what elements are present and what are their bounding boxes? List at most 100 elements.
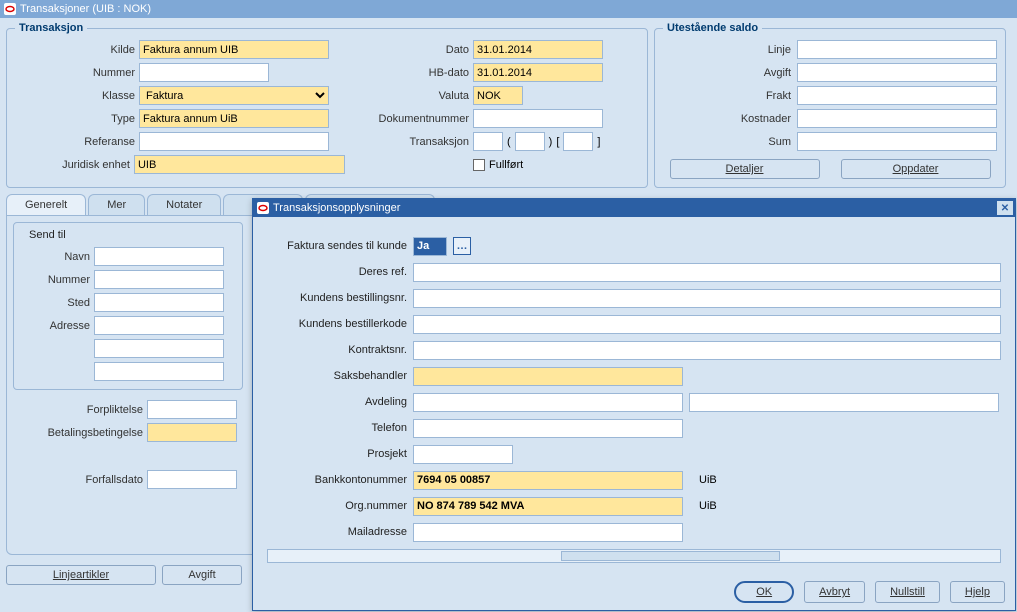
hjelp-button[interactable]: Hjelp	[950, 581, 1005, 603]
trans-c-field[interactable]	[563, 132, 593, 151]
dato-field[interactable]	[473, 40, 603, 59]
prosjekt-field[interactable]	[413, 445, 513, 464]
sendes-field[interactable]	[413, 237, 447, 256]
betaling-field[interactable]	[147, 423, 237, 442]
referanse-label: Referanse	[15, 136, 135, 148]
valuta-label: Valuta	[349, 90, 469, 102]
sendtil-legend: Send til	[26, 229, 69, 241]
nummer-field[interactable]	[139, 63, 269, 82]
prosjekt-label: Prosjekt	[267, 448, 407, 460]
valuta-field[interactable]	[473, 86, 523, 105]
main-title: Transaksjoner (UIB : NOK)	[20, 0, 151, 18]
juridisk-field[interactable]	[134, 155, 345, 174]
ok-button[interactable]: OK	[734, 581, 794, 603]
deres-label: Deres ref.	[267, 266, 407, 278]
lov-button[interactable]: …	[453, 237, 471, 255]
referanse-field[interactable]	[139, 132, 329, 151]
dialog-titlebar[interactable]: Transaksjonsopplysninger ✕	[253, 199, 1015, 217]
oracle-icon	[4, 3, 16, 15]
sum-field[interactable]	[797, 132, 997, 151]
sted-field[interactable]	[94, 293, 224, 312]
avbryt-button[interactable]: Avbryt	[804, 581, 865, 603]
bestkode-field[interactable]	[413, 315, 1001, 334]
orgnr-suffix: UiB	[699, 500, 717, 512]
avdeling-desc-field[interactable]	[689, 393, 999, 412]
telefon-field[interactable]	[413, 419, 683, 438]
trans-b-field[interactable]	[515, 132, 545, 151]
kilde-label: Kilde	[15, 44, 135, 56]
tab-generelt[interactable]: Generelt	[6, 194, 86, 215]
trans-a-field[interactable]	[473, 132, 503, 151]
type-field[interactable]	[139, 109, 329, 128]
linjeartikler-button[interactable]: Linjeartikler	[6, 565, 156, 585]
dokumentnr-field[interactable]	[473, 109, 603, 128]
main-titlebar: Transaksjoner (UIB : NOK)	[0, 0, 1017, 18]
detaljer-button[interactable]: Detaljer	[670, 159, 820, 179]
sendes-label: Faktura sendes til kunde	[267, 240, 407, 252]
forplikt-field[interactable]	[147, 400, 237, 419]
kost-label: Kostnader	[711, 113, 791, 125]
saksbeh-field[interactable]	[413, 367, 683, 386]
adresse-field[interactable]	[94, 316, 224, 335]
klasse-label: Klasse	[15, 90, 135, 102]
orgnr-label: Org.nummer	[267, 500, 407, 512]
orgnr-field[interactable]	[413, 497, 683, 516]
bank-suffix: UiB	[699, 474, 717, 486]
oracle-icon	[257, 202, 269, 214]
tab-mer[interactable]: Mer	[88, 194, 145, 215]
hbdato-field[interactable]	[473, 63, 603, 82]
nullstill-button[interactable]: Nullstill	[875, 581, 940, 603]
navn-field[interactable]	[94, 247, 224, 266]
dokumentnr-label: Dokumentnummer	[349, 113, 469, 125]
kontrakt-label: Kontraktsnr.	[267, 344, 407, 356]
st-nummer-label: Nummer	[20, 274, 90, 286]
bestnr-label: Kundens bestillingsnr.	[267, 292, 407, 304]
adresse-label: Adresse	[20, 320, 90, 332]
saldo-group: Utestående saldo Linje Avgift Frakt Kost…	[654, 22, 1006, 188]
kontrakt-field[interactable]	[413, 341, 1001, 360]
dato-label: Dato	[349, 44, 469, 56]
linje-label: Linje	[711, 44, 791, 56]
avgift-field[interactable]	[797, 63, 997, 82]
bestkode-label: Kundens bestillerkode	[267, 318, 407, 330]
forplikt-label: Forpliktelse	[13, 404, 143, 416]
bestnr-field[interactable]	[413, 289, 1001, 308]
mail-label: Mailadresse	[267, 526, 407, 538]
horizontal-scrollbar[interactable]	[267, 549, 1001, 563]
fullfort-checkbox[interactable]	[473, 159, 485, 171]
deres-field[interactable]	[413, 263, 1001, 282]
klasse-select[interactable]: Faktura	[139, 86, 329, 105]
adresse3-field[interactable]	[94, 362, 224, 381]
st-nummer-field[interactable]	[94, 270, 224, 289]
forfall-field[interactable]	[147, 470, 237, 489]
kilde-field[interactable]	[139, 40, 329, 59]
mail-field[interactable]	[413, 523, 683, 542]
frakt-label: Frakt	[711, 90, 791, 102]
betaling-label: Betalingsbetingelse	[13, 427, 143, 439]
dialog-transaksjonsopplysninger: Transaksjonsopplysninger ✕ Faktura sende…	[252, 198, 1016, 611]
nummer-label: Nummer	[15, 67, 135, 79]
avgift-button[interactable]: Avgift	[162, 565, 242, 585]
oppdater-button[interactable]: Oppdater	[841, 159, 991, 179]
dialog-title: Transaksjonsopplysninger	[273, 202, 400, 214]
linje-field[interactable]	[797, 40, 997, 59]
transaksjon-group: Transaksjon Kilde Nummer Klasse Faktura …	[6, 22, 648, 188]
forfall-label: Forfallsdato	[13, 474, 143, 486]
saksbeh-label: Saksbehandler	[267, 370, 407, 382]
transaksjon-legend: Transaksjon	[15, 22, 87, 34]
tab-notater[interactable]: Notater	[147, 194, 221, 215]
bank-label: Bankkontonummer	[267, 474, 407, 486]
saldo-legend: Utestående saldo	[663, 22, 762, 34]
close-icon[interactable]: ✕	[997, 201, 1013, 215]
avdeling-field[interactable]	[413, 393, 683, 412]
sum-label: Sum	[711, 136, 791, 148]
frakt-field[interactable]	[797, 86, 997, 105]
avgift-label: Avgift	[711, 67, 791, 79]
sendtil-group: Send til Navn Nummer Sted Adresse	[13, 222, 243, 390]
sted-label: Sted	[20, 297, 90, 309]
juridisk-label: Juridisk enhet	[15, 159, 130, 171]
avdeling-label: Avdeling	[267, 396, 407, 408]
bank-field[interactable]	[413, 471, 683, 490]
kost-field[interactable]	[797, 109, 997, 128]
adresse2-field[interactable]	[94, 339, 224, 358]
